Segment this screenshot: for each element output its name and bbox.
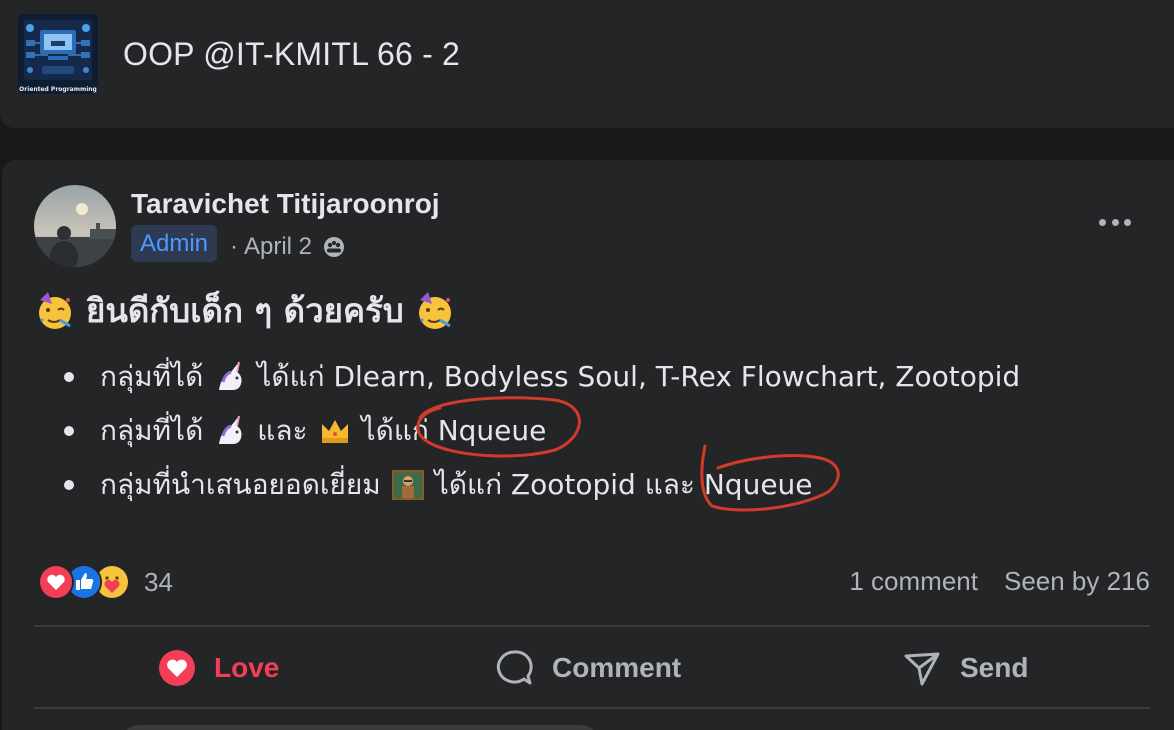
more-dot-icon bbox=[1111, 218, 1119, 226]
list-item: กลุ่มที่ได้ และ ได้แก่ Nqueue bbox=[62, 404, 1020, 458]
post-date[interactable]: April 2 bbox=[244, 233, 312, 261]
award-list: กลุ่มที่ได้ ได้แก่ Dlearn, Bodyless Soul… bbox=[62, 350, 1020, 512]
send-icon bbox=[904, 652, 940, 686]
bullet-suffix: ได้แก่ Dlearn, Bodyless Soul, T-Rex Flow… bbox=[257, 360, 1021, 393]
bullet-suffix: ได้แก่ Zootopid และ Nqueue bbox=[434, 468, 813, 501]
divider bbox=[34, 625, 1150, 627]
more-dot-icon bbox=[1099, 218, 1106, 226]
admin-badge: Admin bbox=[131, 225, 218, 262]
post-meta: · April 2 bbox=[228, 233, 346, 261]
love-button[interactable]: Love bbox=[158, 646, 279, 690]
list-item: กลุ่มที่นำเสนอยอดเยี่ยม ได้แก่ Zootopid … bbox=[62, 458, 1020, 512]
reaction-count[interactable]: 34 bbox=[144, 567, 173, 598]
group-members-icon bbox=[322, 235, 346, 259]
partying-face-icon bbox=[39, 291, 71, 329]
bullet-suffix: ได้แก่ Nqueue bbox=[361, 414, 547, 447]
group-thumbnail[interactable]: Oriented Programming bbox=[18, 14, 98, 94]
send-label: Send bbox=[960, 652, 1029, 683]
teacher-icon bbox=[391, 470, 424, 500]
meta-separator: · bbox=[230, 233, 238, 260]
bullet-joiner: และ bbox=[257, 414, 308, 447]
bullet-prefix: กลุ่มที่ได้ bbox=[100, 360, 204, 393]
comment-count[interactable]: 1 comment bbox=[849, 566, 978, 597]
group-header: Oriented Programming OOP @IT-KMITL 66 - … bbox=[0, 0, 1174, 128]
send-button[interactable]: Send bbox=[902, 646, 1028, 690]
unicorn-icon bbox=[219, 361, 242, 390]
crown-icon bbox=[321, 420, 348, 443]
headline-text: ยินดีกับเด็ก ๆ ด้วยครับ bbox=[86, 291, 404, 330]
comment-icon bbox=[496, 650, 533, 685]
post-card: Taravichet Titijaroonroj Admin · April 2 bbox=[2, 160, 1174, 730]
avatar-photo bbox=[34, 185, 116, 267]
divider bbox=[34, 707, 1150, 709]
list-item: กลุ่มที่ได้ ได้แก่ Dlearn, Bodyless Soul… bbox=[62, 350, 1020, 404]
love-icon bbox=[159, 650, 195, 686]
seen-count[interactable]: Seen by 216 bbox=[1004, 566, 1150, 597]
partying-face-icon bbox=[418, 291, 451, 329]
more-dot-icon bbox=[1124, 218, 1131, 226]
comment-input-top[interactable] bbox=[120, 725, 600, 730]
bullet-prefix: กลุ่มที่นำเสนอยอดเยี่ยม bbox=[100, 468, 381, 501]
post-stats: 1 comment Seen by 216 bbox=[849, 566, 1150, 597]
author-avatar[interactable] bbox=[34, 185, 116, 267]
love-label: Love bbox=[214, 652, 280, 683]
group-thumbnail-image bbox=[18, 14, 98, 94]
post-headline: ยินดีกับเด็ก ๆ ด้วยครับ bbox=[34, 284, 456, 337]
group-thumbnail-caption: Oriented Programming bbox=[19, 86, 97, 93]
author-name[interactable]: Taravichet Titijaroonroj bbox=[131, 188, 440, 220]
bullet-prefix: กลุ่มที่ได้ bbox=[100, 414, 204, 447]
love-reaction-icon bbox=[38, 564, 74, 600]
more-options-button[interactable] bbox=[1095, 210, 1135, 234]
group-title[interactable]: OOP @IT-KMITL 66 - 2 bbox=[123, 36, 460, 73]
reaction-summary[interactable]: 34 bbox=[38, 564, 173, 600]
unicorn-icon bbox=[219, 415, 242, 444]
comment-button[interactable]: Comment bbox=[494, 646, 681, 690]
comment-label: Comment bbox=[552, 652, 682, 683]
